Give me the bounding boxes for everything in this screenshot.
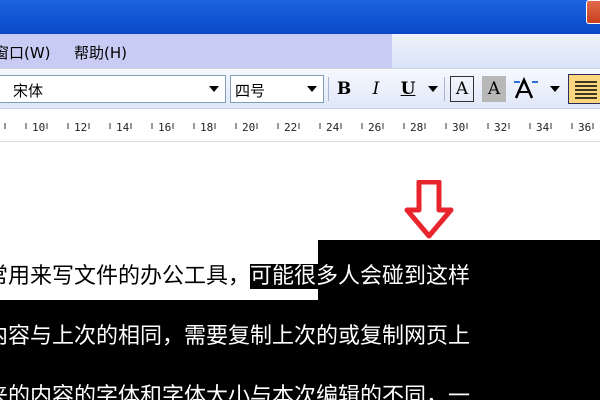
selected-text: 来的内容的字体和字体大小与本次编辑的不同，一 <box>0 384 471 400</box>
ruler-tick: 10 <box>32 121 46 134</box>
toolbar-separator <box>328 77 329 101</box>
menu-highlight-band <box>0 34 392 68</box>
chevron-down-icon[interactable] <box>205 78 223 100</box>
ruler-tick: 28 <box>410 121 424 134</box>
selected-text: 可能很多人会碰到这样 <box>250 264 471 289</box>
ruler-tick: 24 <box>326 121 340 134</box>
ruler-tick: 12 <box>74 121 88 134</box>
toolbar-separator <box>444 77 445 101</box>
ruler-tick: 22 <box>284 121 298 134</box>
ruler-tick: 16 <box>158 121 172 134</box>
menu-window[interactable]: 窗口(W) <box>0 42 51 63</box>
horizontal-ruler: 10 12 14 16 18 20 22 24 26 28 30 32 34 3… <box>0 109 600 142</box>
character-shading-button[interactable]: A <box>482 76 506 102</box>
ruler-tick: 18 <box>200 121 214 134</box>
character-scaling-icon[interactable] <box>512 76 544 102</box>
ruler-tick: 32 <box>494 121 508 134</box>
ruler-tick: 30 <box>452 121 466 134</box>
formatting-toolbar: 宋体 四号 B I U A A <box>0 70 600 109</box>
arrow-down-icon <box>404 179 454 244</box>
underline-dropdown-icon[interactable] <box>428 86 438 92</box>
underline-button[interactable]: U <box>396 76 420 102</box>
document-line-2: 内容与上次的相同，需要复制上次的或复制网页上 <box>0 318 470 350</box>
close-button[interactable] <box>586 0 600 24</box>
ruler-tick: 34 <box>536 121 550 134</box>
ruler-tick: 20 <box>242 121 256 134</box>
selected-text: 内容与上次的相同，需要复制上次的或复制网页上 <box>0 324 471 349</box>
document-line-3: 来的内容的字体和字体大小与本次编辑的不同，一 <box>0 378 470 400</box>
font-name-value: 宋体 <box>13 82 44 100</box>
scaling-dropdown-icon[interactable] <box>550 86 560 92</box>
ruler-tick: 14 <box>116 121 130 134</box>
menu-bar: 窗口(W) 帮助(H) <box>0 34 600 69</box>
character-border-button[interactable]: A <box>450 76 474 102</box>
italic-button[interactable]: I <box>364 76 388 102</box>
font-size-combo[interactable]: 四号 <box>230 75 324 103</box>
chevron-down-icon[interactable] <box>303 78 321 100</box>
font-name-combo[interactable]: 宋体 <box>0 75 226 103</box>
bold-button[interactable]: B <box>332 76 356 102</box>
ruler-tick: 26 <box>368 121 382 134</box>
font-size-value: 四号 <box>235 82 266 100</box>
document-area[interactable]: 常用来写文件的办公工具，可能很多人会碰到这样 内容与上次的相同，需要复制上次的或… <box>0 142 600 400</box>
title-bar <box>0 0 600 34</box>
ruler-tick: 36 <box>578 121 592 134</box>
document-line-1: 常用来写文件的办公工具，可能很多人会碰到这样 <box>0 258 471 290</box>
plain-text: 常用来写文件的办公工具， <box>0 264 251 289</box>
menu-help[interactable]: 帮助(H) <box>74 42 127 63</box>
align-justify-button[interactable] <box>568 74 600 104</box>
